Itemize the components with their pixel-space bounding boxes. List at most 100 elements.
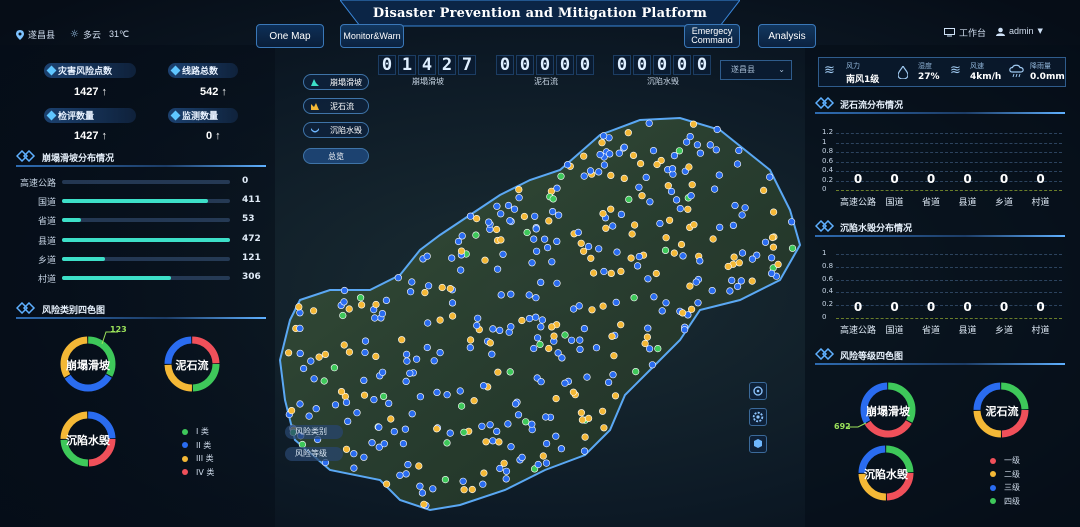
y-tick-label: 1.2	[822, 128, 834, 136]
counter-digit: 0	[556, 55, 574, 75]
grid-line	[836, 190, 1062, 191]
stat-risk-points: 灾害风险点数	[44, 63, 136, 78]
stat-value: 1427 ↑	[74, 86, 108, 98]
legend-dot	[990, 471, 996, 477]
stat-label: 灾害风险点数	[58, 67, 113, 77]
sun-icon: ☼	[70, 29, 79, 40]
bar-label: 省道	[37, 217, 56, 228]
section-underline	[16, 317, 266, 319]
legend-label: IV 类	[196, 467, 215, 477]
category-label: 国道	[885, 326, 904, 336]
category-label: 省道	[921, 198, 940, 208]
counter-digit: 0	[633, 55, 651, 75]
tab-one-map[interactable]: One Map	[256, 24, 324, 48]
section-diamond-icon	[16, 150, 36, 162]
layers-tool[interactable]	[749, 435, 767, 453]
stat-inspection-count: 检评数量	[44, 108, 136, 123]
bar-value: 0	[963, 172, 972, 186]
user-menu[interactable]: admin ▼	[996, 26, 1043, 36]
bar-track	[62, 218, 230, 223]
diamond-icon	[170, 65, 181, 76]
bar-fill	[62, 218, 81, 223]
bar-fill	[62, 256, 106, 261]
layer-button-sinking[interactable]: 沉陷水毁	[303, 122, 369, 138]
user-name: admin	[1009, 26, 1034, 36]
weather-label: 降雨量	[1030, 62, 1051, 70]
weather-value: 27%	[918, 72, 940, 82]
bar-track	[62, 256, 230, 261]
settings-tool[interactable]	[749, 408, 767, 426]
workbench-label: 工作台	[959, 28, 987, 38]
workbench-link[interactable]: 工作台	[944, 26, 986, 39]
legend-dot	[182, 469, 188, 475]
category-label: 县道	[958, 198, 977, 208]
humidity-icon	[898, 66, 908, 79]
temperature-label: 31℃	[108, 29, 130, 39]
legend-dot	[182, 442, 188, 448]
y-tick-label: 0.4	[822, 287, 834, 296]
bar-fill	[62, 199, 209, 204]
region-select[interactable]: 遂昌县 ⌄	[720, 60, 792, 80]
counter-digit: 0	[613, 55, 631, 75]
stat-label: 线路总数	[182, 67, 219, 77]
category-label: 县道	[958, 326, 977, 336]
chevron-down-icon: ⌄	[778, 65, 785, 74]
bar-label: 乡道	[37, 255, 56, 266]
location-display[interactable]: 遂昌县	[16, 28, 55, 41]
bar-value: 0	[853, 300, 863, 314]
category-label: 高速公路	[840, 198, 877, 208]
bar-value: 0	[242, 176, 249, 186]
bar-track	[62, 180, 230, 184]
layer-button-landslide[interactable]: 崩塌滑坡	[303, 74, 369, 90]
counter-digit: 0	[693, 55, 711, 75]
gear-icon	[752, 411, 764, 423]
y-tick-label: 0.4	[822, 166, 834, 174]
bar-value: 0	[890, 172, 899, 186]
counter-digit: 0	[378, 55, 396, 75]
diamond-icon	[170, 110, 181, 121]
tab-emergency-command[interactable]: Emergecy Command	[684, 24, 740, 48]
grid-line	[836, 161, 1062, 163]
legend-dot	[990, 484, 996, 491]
weather-value: 4km/h	[970, 72, 1002, 82]
counter-label: 崩塌滑坡	[412, 77, 444, 86]
weather-label: 风力	[846, 62, 860, 70]
user-icon	[996, 27, 1005, 36]
legend-label: II 类	[196, 440, 212, 450]
tab-analysis[interactable]: Analysis	[758, 24, 816, 48]
stat-value: 1427 ↑	[74, 130, 108, 142]
bar-track	[62, 199, 230, 204]
layer-button-debris-flow[interactable]: 泥石流	[303, 98, 369, 114]
bar-value: 411	[242, 195, 261, 206]
bar-value: 0	[1036, 300, 1045, 314]
legend-label: 四级	[1004, 496, 1020, 506]
legend-item: IV 类	[182, 467, 214, 478]
grid-line	[836, 142, 1062, 144]
bar-value: 53	[242, 214, 255, 225]
legend-item: III 类	[182, 453, 214, 464]
region-select-value: 遂昌县	[731, 65, 755, 74]
counter-label: 沉陷水毁	[647, 77, 679, 86]
bar-fill	[62, 276, 171, 280]
monitor-icon	[944, 28, 955, 37]
layer-button-label: 泥石流	[330, 101, 354, 111]
counter-digit: 0	[653, 55, 671, 75]
locate-tool[interactable]	[749, 382, 767, 400]
map-legend-risk-level[interactable]: 风险等级	[285, 447, 343, 461]
section-underline	[815, 112, 1065, 114]
tab-monitor-warn[interactable]: Monitor&Warn	[340, 24, 404, 48]
page-title: Disaster Prevention and Mitigation Platf…	[372, 6, 708, 21]
bar-value: 0	[999, 172, 1009, 186]
donut-callout: 123	[110, 325, 127, 334]
bar-value: 306	[242, 272, 261, 282]
debris-section-title: 泥石流分布情况	[840, 100, 904, 110]
counter-digit: 1	[398, 55, 416, 75]
bar-value: 0	[999, 300, 1009, 314]
map-legend-risk-category[interactable]: 风险类别	[285, 425, 343, 439]
layer-button-overview[interactable]: 总览	[303, 148, 369, 164]
y-tick-label: 0	[822, 185, 827, 193]
section-diamond-icon	[815, 97, 835, 109]
bar-value: 0	[853, 172, 863, 186]
category-label: 省道	[921, 326, 940, 336]
bar-value: 0	[1036, 172, 1045, 186]
